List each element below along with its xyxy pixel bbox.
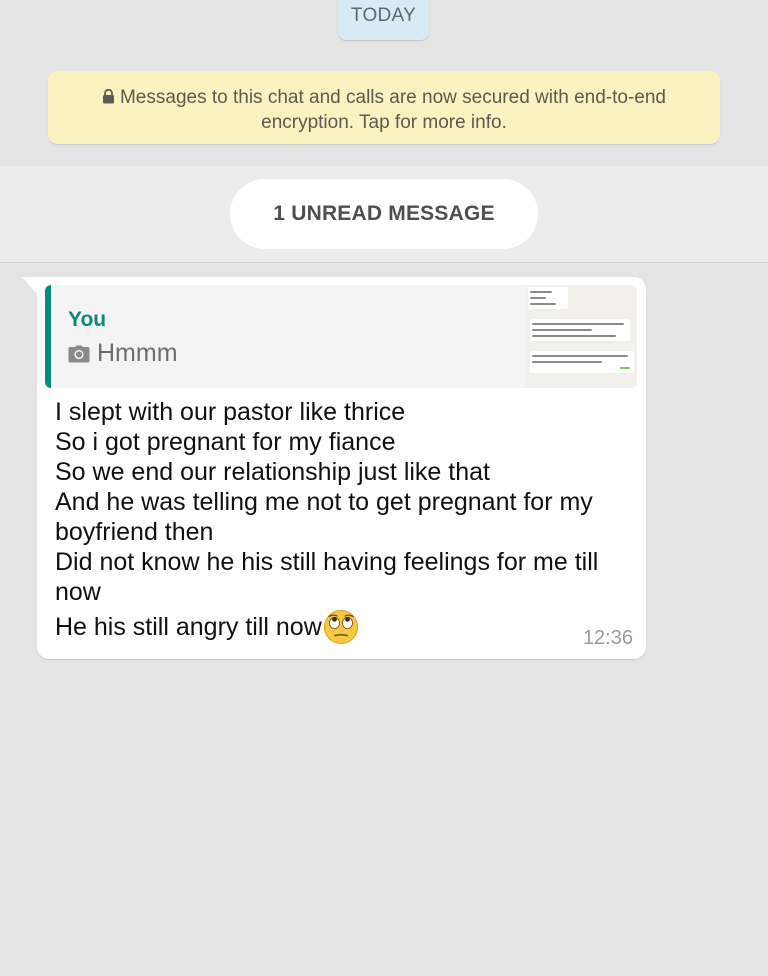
unread-badge: 1 UNREAD MESSAGE <box>230 179 538 249</box>
thumb-line <box>532 335 616 337</box>
bubble-tail <box>22 277 38 295</box>
message-line: boyfriend then <box>55 518 214 546</box>
unread-divider: 1 UNREAD MESSAGE <box>0 166 768 263</box>
message-line: He his still angry till now <box>55 613 322 641</box>
quote-content: Hmmm <box>68 339 178 368</box>
quote-accent-bar <box>45 285 51 388</box>
encryption-notice-text-1: Messages to this chat and calls are now … <box>119 87 667 108</box>
lock-icon <box>102 87 115 111</box>
thumb-line <box>532 355 628 357</box>
thumb-line <box>530 291 552 293</box>
thumb-line <box>532 323 624 325</box>
message-line: So i got pregnant for my fiance <box>55 428 396 456</box>
incoming-message-bubble[interactable]: You Hmmm I slept with our pastor like th… <box>22 277 646 659</box>
quote-text: Hmmm <box>97 339 178 367</box>
date-chip: TODAY <box>338 0 429 40</box>
rolling-eyes-emoji-icon <box>323 609 359 645</box>
thumb-line <box>532 329 592 331</box>
message-line: And he was telling me not to get pregnan… <box>55 488 593 516</box>
thumb-line <box>530 297 546 299</box>
date-chip-label: TODAY <box>350 5 417 26</box>
message-line: Did not know he his still having feeling… <box>55 548 599 576</box>
message-line: So we end our relationship just like tha… <box>55 458 490 486</box>
thumb-line <box>620 367 630 369</box>
image-thumbnail[interactable] <box>526 285 637 388</box>
encryption-notice[interactable]: Messages to this chat and calls are now … <box>48 71 720 144</box>
message-timestamp: 12:36 <box>582 627 633 649</box>
unread-label: 1 UNREAD MESSAGE <box>273 202 495 225</box>
camera-icon <box>68 345 90 363</box>
encryption-notice-text-2: encryption. Tap for more info. <box>261 112 507 133</box>
thumb-line <box>530 303 556 305</box>
quote-author: You <box>68 308 107 331</box>
thumb-line <box>532 361 602 363</box>
message-last-line: He his still angry till now <box>55 609 359 645</box>
quoted-reply[interactable]: You Hmmm <box>45 285 637 388</box>
message-body: I slept with our pastor like thrice So i… <box>55 397 630 607</box>
message-line: I slept with our pastor like thrice <box>55 398 406 426</box>
message-line: now <box>55 578 101 606</box>
